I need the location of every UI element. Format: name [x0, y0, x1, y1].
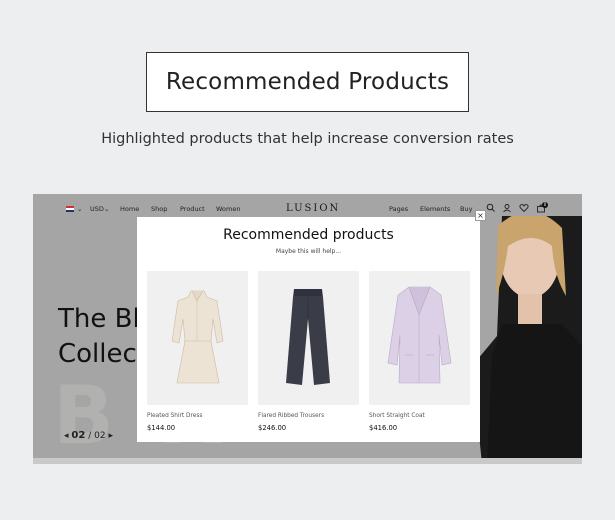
- product-image[interactable]: [147, 271, 248, 405]
- chevron-down-icon: ⌄: [104, 205, 110, 213]
- nav-buy[interactable]: Buy: [460, 205, 472, 213]
- heart-icon[interactable]: [519, 203, 529, 213]
- product-price: $144.00: [147, 424, 176, 432]
- pager-separator: /: [88, 431, 92, 441]
- nav-women[interactable]: Women: [216, 205, 240, 213]
- arrow-left-icon[interactable]: ◂: [64, 431, 69, 441]
- nav-product[interactable]: Product: [180, 205, 205, 213]
- product-image[interactable]: [258, 271, 359, 405]
- user-icon[interactable]: [502, 203, 512, 213]
- flag-uk-icon[interactable]: [66, 206, 74, 212]
- product-image[interactable]: [369, 271, 470, 405]
- modal-subtitle: Maybe this will help...: [275, 248, 342, 255]
- nav-shop[interactable]: Shop: [151, 205, 167, 213]
- pager-total: 02: [94, 431, 106, 441]
- product-card[interactable]: Flared Ribbed Trousers $246.00: [258, 271, 359, 432]
- product-name[interactable]: Flared Ribbed Trousers: [258, 413, 359, 419]
- coat-image: [387, 286, 452, 384]
- search-icon[interactable]: [486, 203, 496, 213]
- close-icon[interactable]: ×: [475, 210, 486, 221]
- product-card[interactable]: Short Straight Coat $416.00: [369, 271, 470, 432]
- section-title-box: Recommended Products: [146, 52, 469, 112]
- nav-pages[interactable]: Pages: [389, 205, 408, 213]
- currency-selector[interactable]: USD: [90, 205, 104, 213]
- product-name[interactable]: Short Straight Coat: [369, 413, 470, 419]
- arrow-right-icon[interactable]: ▸: [108, 431, 113, 441]
- recommended-products-modal: Recommended products Maybe this will hel…: [137, 217, 480, 442]
- modal-title: Recommended products: [223, 227, 394, 243]
- cart-count-badge: 0: [542, 202, 548, 208]
- hero-bottom-strip: [33, 458, 582, 464]
- site-logo[interactable]: LUSION: [286, 203, 340, 214]
- section-title: Recommended Products: [165, 69, 450, 95]
- product-price: $416.00: [369, 424, 398, 432]
- product-price: $246.00: [258, 424, 287, 432]
- pager-current: 02: [71, 430, 86, 441]
- dress-image: [171, 290, 224, 384]
- product-card[interactable]: Pleated Shirt Dress $144.00: [147, 271, 248, 432]
- nav-home[interactable]: Home: [120, 205, 139, 213]
- section-subtitle: Highlighted products that help increase …: [101, 131, 514, 147]
- nav-elements[interactable]: Elements: [420, 205, 450, 213]
- trousers-image: [286, 289, 330, 385]
- slider-pager: ◂ 02 / 02 ▸: [64, 430, 113, 441]
- product-name[interactable]: Pleated Shirt Dress: [147, 413, 248, 419]
- chevron-down-icon: ⌄: [77, 205, 83, 213]
